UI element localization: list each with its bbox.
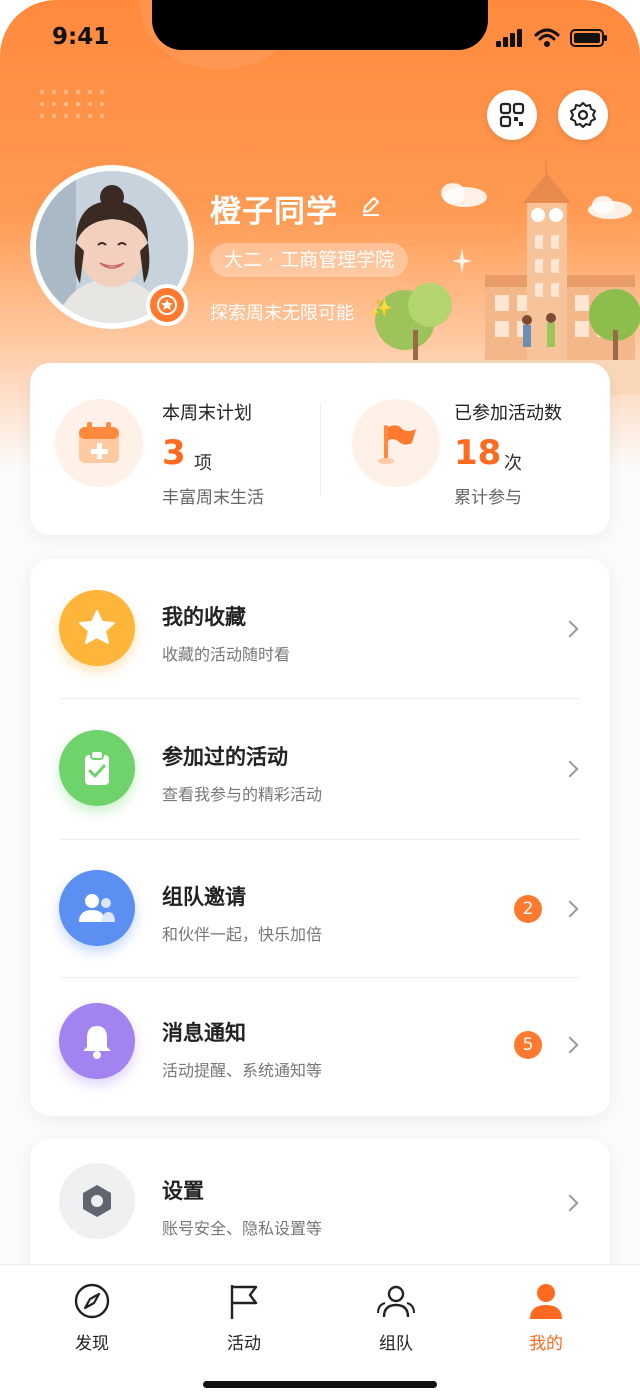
flag-icon <box>230 1285 258 1319</box>
gear-icon <box>570 102 596 128</box>
wifi-icon <box>534 28 560 47</box>
menu-item-team-invites[interactable]: 组队邀请 和伙伴一起，快乐加倍 2 <box>30 839 610 979</box>
menu-item-title: 组队邀请 <box>162 885 246 909</box>
person-icon <box>530 1284 562 1319</box>
hexagon-nut-icon <box>83 1185 111 1217</box>
menu-item-title: 我的收藏 <box>162 605 246 629</box>
clipboard-check-icon <box>85 750 109 785</box>
menu-item-title: 参加过的活动 <box>162 745 288 769</box>
bell-icon <box>83 1026 111 1059</box>
settings-button[interactable] <box>558 90 608 140</box>
chevron-right-icon <box>561 1194 579 1212</box>
tab-label: 活动 <box>227 1334 261 1354</box>
chevron-right-icon <box>561 760 579 778</box>
joined-count: 18 <box>454 433 502 473</box>
calendar-plus-icon <box>79 422 119 463</box>
tab-discover[interactable]: 发现 <box>42 1281 142 1354</box>
stats-divider <box>320 403 321 495</box>
profile-slogan: 探索周末无限可能 <box>210 303 354 324</box>
joined-icon-circle <box>59 730 135 806</box>
settings-icon-circle <box>59 1163 135 1239</box>
joined-title: 已参加活动数 <box>454 403 562 424</box>
tab-label: 发现 <box>75 1334 109 1354</box>
plan-unit: 项 <box>194 453 212 474</box>
tab-team[interactable]: 组队 <box>346 1281 446 1354</box>
qr-code-icon <box>499 102 525 128</box>
calendar-icon-circle <box>55 399 143 487</box>
sparkle-emoji: ✨ <box>370 298 393 319</box>
invite-count-badge: 2 <box>514 895 542 923</box>
joined-subtitle: 累计参与 <box>454 488 522 508</box>
settings-subtitle: 账号安全、隐私设置等 <box>162 1219 323 1238</box>
joined-unit: 次 <box>504 453 522 474</box>
menu-item-title: 消息通知 <box>162 1021 246 1045</box>
qr-code-button[interactable] <box>487 90 537 140</box>
plan-title: 本周末计划 <box>162 403 252 424</box>
phone-screen: 9:41 橙子同学 大二 · 工商管理学院 探索周末无限可能 ✨ 本周末计划 3… <box>0 0 640 1399</box>
star-icon <box>79 610 115 644</box>
flag-icon <box>378 425 416 464</box>
chevron-right-icon <box>561 620 579 638</box>
settings-title: 设置 <box>162 1179 204 1203</box>
edit-pencil-icon[interactable] <box>360 195 382 217</box>
battery-icon <box>570 29 607 47</box>
tab-activities[interactable]: 活动 <box>194 1281 294 1354</box>
favorites-icon-circle <box>59 590 135 666</box>
chevron-right-icon <box>561 900 579 918</box>
menu-item-subtitle: 活动提醒、系统通知等 <box>162 1061 323 1080</box>
team-icon <box>79 894 115 922</box>
chevron-right-icon <box>561 1036 579 1054</box>
user-name: 橙子同学 <box>210 194 338 230</box>
menu-card: 我的收藏 收藏的活动随时看 参加过的活动 查看我参与的精彩活动 组队邀请 和伙伴… <box>30 559 610 1116</box>
plan-count: 3 <box>162 433 186 473</box>
status-icons <box>496 28 608 48</box>
stats-card: 本周末计划 3 项 丰富周末生活 已参加活动数 18 次 累计参与 <box>30 363 610 535</box>
bottom-tab-bar: 发现 活动 组队 我的 <box>0 1264 640 1399</box>
decorative-dots <box>36 86 106 126</box>
home-indicator <box>203 1381 437 1388</box>
menu-item-subtitle: 查看我参与的精彩活动 <box>162 785 323 804</box>
settings-card[interactable]: 设置 账号安全、隐私设置等 <box>30 1139 610 1279</box>
verified-badge <box>146 284 188 326</box>
menu-item-notifications[interactable]: 消息通知 活动提醒、系统通知等 5 <box>30 977 610 1117</box>
camera-notch <box>152 0 488 50</box>
campus-illustration <box>375 160 640 395</box>
notification-count-badge: 5 <box>514 1031 542 1059</box>
signal-icon <box>496 29 522 47</box>
menu-item-subtitle: 收藏的活动随时看 <box>162 645 291 664</box>
team-icon <box>377 1285 415 1318</box>
compass-icon <box>74 1283 110 1319</box>
menu-item-subtitle: 和伙伴一起，快乐加倍 <box>162 925 323 944</box>
badge-star-icon <box>157 295 177 315</box>
tab-label: 组队 <box>379 1334 413 1354</box>
plan-subtitle: 丰富周末生活 <box>162 488 264 508</box>
department-tag: 大二 · 工商管理学院 <box>210 243 409 277</box>
notifications-icon-circle <box>59 1003 135 1079</box>
sparkle-star-icon <box>452 248 472 274</box>
status-time: 9:41 <box>52 24 110 50</box>
tab-mine[interactable]: 我的 <box>496 1281 596 1354</box>
flag-icon-circle <box>352 399 440 487</box>
team-icon-circle <box>59 870 135 946</box>
tab-label: 我的 <box>529 1334 563 1354</box>
menu-item-favorites[interactable]: 我的收藏 收藏的活动随时看 <box>30 559 610 699</box>
menu-item-joined-activities[interactable]: 参加过的活动 查看我参与的精彩活动 <box>30 699 610 839</box>
